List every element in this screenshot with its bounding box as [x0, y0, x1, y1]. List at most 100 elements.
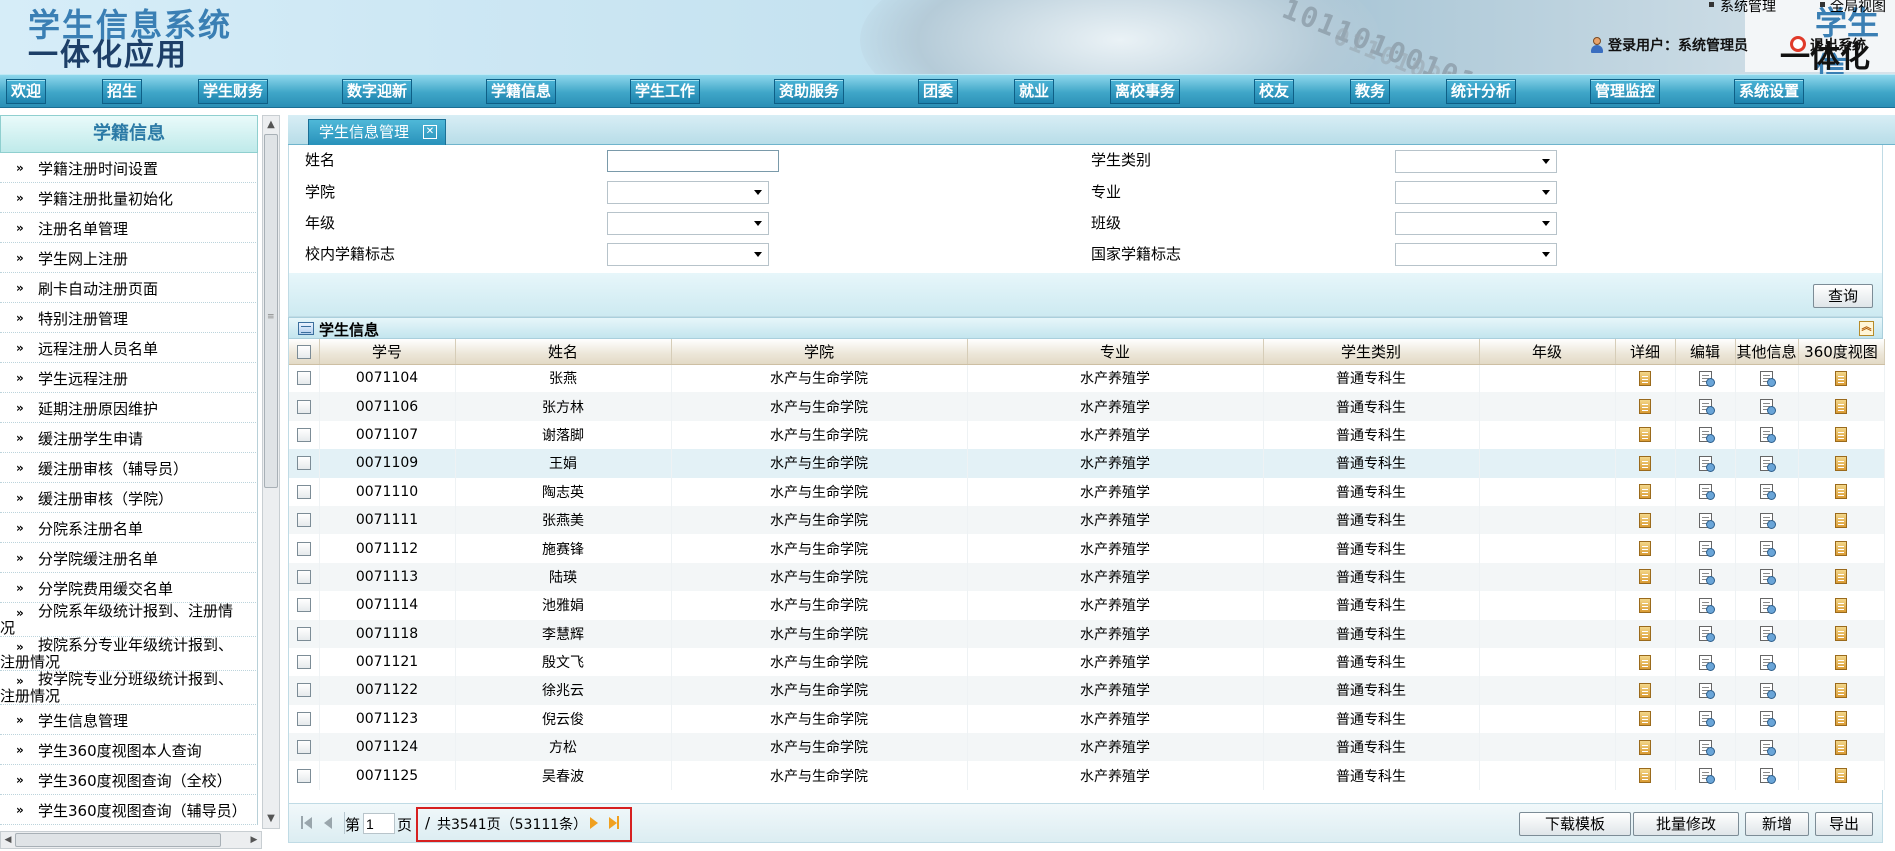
row-checkbox[interactable] — [296, 598, 311, 613]
global-view-link[interactable]: 全局视图 — [1830, 0, 1886, 16]
row-checkbox[interactable] — [296, 711, 311, 726]
query-button[interactable]: 查询 — [1813, 284, 1873, 308]
edit-icon[interactable] — [1698, 768, 1715, 785]
view360-icon[interactable] — [1835, 739, 1847, 755]
select-all-cell[interactable] — [289, 339, 320, 365]
nav-aid-service[interactable]: 资助服务 — [774, 79, 845, 104]
nav-statistics[interactable]: 统计分析 — [1446, 79, 1517, 104]
table-row[interactable]: 0071109 王娟 水产与生命学院 水产养殖学 普通专科生 — [289, 449, 1885, 478]
col-header-grade[interactable]: 年级 — [1479, 339, 1616, 365]
sidebar-item[interactable]: » 学籍注册批量初始化 — [0, 183, 256, 213]
detail-icon[interactable] — [1639, 512, 1651, 528]
add-button[interactable]: 新增 — [1745, 812, 1809, 836]
scrollbar-thumb[interactable]: ≡ — [264, 134, 278, 488]
row-checkbox[interactable] — [296, 484, 311, 499]
other-info-icon[interactable] — [1760, 512, 1776, 529]
nav-digital-welcome[interactable]: 数字迎新 — [342, 79, 413, 104]
scroll-up-icon[interactable]: ▲ — [263, 116, 279, 134]
detail-icon[interactable] — [1639, 654, 1651, 670]
school-flag-select[interactable] — [607, 243, 769, 266]
first-page-icon[interactable] — [301, 816, 303, 829]
sidebar-item[interactable]: » 缓注册学生申请 — [0, 423, 256, 453]
row-checkbox[interactable] — [296, 626, 311, 641]
nav-system-settings[interactable]: 系统设置 — [1734, 79, 1805, 104]
row-checkbox[interactable] — [296, 399, 311, 414]
col-header-id[interactable]: 学号 — [319, 339, 456, 365]
scroll-down-icon[interactable]: ▼ — [263, 810, 279, 828]
export-button[interactable]: 导出 — [1815, 812, 1873, 836]
sidebar-item[interactable]: » 学生360度视图查询（全校） — [0, 765, 256, 795]
exit-link[interactable]: 退出系统 — [1810, 35, 1866, 55]
view360-icon[interactable] — [1835, 455, 1847, 471]
other-info-icon[interactable] — [1760, 654, 1776, 671]
sidebar-item[interactable]: » 缓注册审核（学院） — [0, 483, 256, 513]
major-select[interactable] — [1395, 181, 1557, 204]
view360-icon[interactable] — [1835, 512, 1847, 528]
detail-icon[interactable] — [1639, 484, 1651, 500]
edit-icon[interactable] — [1698, 569, 1715, 586]
nav-employment[interactable]: 就业 — [1014, 79, 1055, 104]
view360-icon[interactable] — [1835, 626, 1847, 642]
detail-icon[interactable] — [1639, 597, 1651, 613]
class-select[interactable] — [1395, 212, 1557, 235]
col-header-category[interactable]: 学生类别 — [1263, 339, 1480, 365]
row-checkbox[interactable] — [296, 427, 311, 442]
sidebar-item[interactable]: » 学生360度视图本人查询 — [0, 735, 256, 765]
nav-youth-league[interactable]: 团委 — [918, 79, 959, 104]
other-info-icon[interactable] — [1760, 541, 1776, 558]
detail-icon[interactable] — [1639, 541, 1651, 557]
detail-icon[interactable] — [1639, 711, 1651, 727]
edit-icon[interactable] — [1698, 399, 1715, 416]
nav-monitoring[interactable]: 管理监控 — [1590, 79, 1661, 104]
sidebar-item[interactable]: » 刷卡自动注册页面 — [0, 273, 256, 303]
row-checkbox[interactable] — [296, 768, 311, 783]
nav-academic[interactable]: 教务 — [1350, 79, 1391, 104]
table-row[interactable]: 0071104 张燕 水产与生命学院 水产养殖学 普通专科生 — [289, 364, 1885, 393]
batch-edit-button[interactable]: 批量修改 — [1633, 812, 1739, 836]
detail-icon[interactable] — [1639, 768, 1651, 784]
edit-icon[interactable] — [1698, 682, 1715, 699]
other-info-icon[interactable] — [1760, 427, 1776, 444]
sidebar-item[interactable]: » 特别注册管理 — [0, 303, 256, 333]
sidebar-item[interactable]: » 分院系注册名单 — [0, 513, 256, 543]
row-checkbox[interactable] — [296, 513, 311, 528]
view360-icon[interactable] — [1835, 484, 1847, 500]
edit-icon[interactable] — [1698, 512, 1715, 529]
view360-icon[interactable] — [1835, 597, 1847, 613]
national-flag-select[interactable] — [1395, 243, 1557, 266]
detail-icon[interactable] — [1639, 739, 1651, 755]
sidebar-item[interactable]: » 分学院费用缓交名单 — [0, 573, 256, 603]
view360-icon[interactable] — [1835, 569, 1847, 585]
view360-icon[interactable] — [1835, 654, 1847, 670]
view360-icon[interactable] — [1835, 768, 1847, 784]
other-info-icon[interactable] — [1760, 626, 1776, 643]
select-all-checkbox[interactable] — [296, 344, 311, 359]
table-row[interactable]: 0071106 张方林 水产与生命学院 水产养殖学 普通专科生 — [289, 392, 1885, 421]
sidebar-vertical-scrollbar[interactable]: ▲ ≡ ▼ — [262, 115, 280, 829]
other-info-icon[interactable] — [1760, 569, 1776, 586]
row-checkbox[interactable] — [296, 655, 311, 670]
col-header-name[interactable]: 姓名 — [455, 339, 672, 365]
other-info-icon[interactable] — [1760, 682, 1776, 699]
detail-icon[interactable] — [1639, 399, 1651, 415]
nav-admission[interactable]: 招生 — [102, 79, 143, 104]
next-page-icon[interactable] — [590, 817, 598, 829]
detail-icon[interactable] — [1639, 569, 1651, 585]
sidebar-item[interactable]: » 分学院缓注册名单 — [0, 543, 256, 573]
table-row[interactable]: 0071112 施赛锋 水产与生命学院 水产养殖学 普通专科生 — [289, 534, 1885, 563]
grade-select[interactable] — [607, 212, 769, 235]
row-checkbox[interactable] — [296, 569, 311, 584]
sidebar-item[interactable]: » 学生远程注册 — [0, 363, 256, 393]
nav-welcome[interactable]: 欢迎 — [6, 79, 47, 104]
edit-icon[interactable] — [1698, 739, 1715, 756]
scroll-left-icon[interactable]: ◀ — [1, 832, 15, 848]
edit-icon[interactable] — [1698, 484, 1715, 501]
scrollbar-thumb[interactable] — [15, 833, 221, 847]
other-info-icon[interactable] — [1760, 597, 1776, 614]
sidebar-item[interactable]: » 按学院专业分班级统计报到、 注册情况 — [0, 671, 256, 705]
edit-icon[interactable] — [1698, 370, 1715, 387]
table-row[interactable]: 0071111 张燕美 水产与生命学院 水产养殖学 普通专科生 — [289, 505, 1885, 535]
edit-icon[interactable] — [1698, 626, 1715, 643]
row-checkbox[interactable] — [296, 371, 311, 386]
detail-icon[interactable] — [1639, 682, 1651, 698]
